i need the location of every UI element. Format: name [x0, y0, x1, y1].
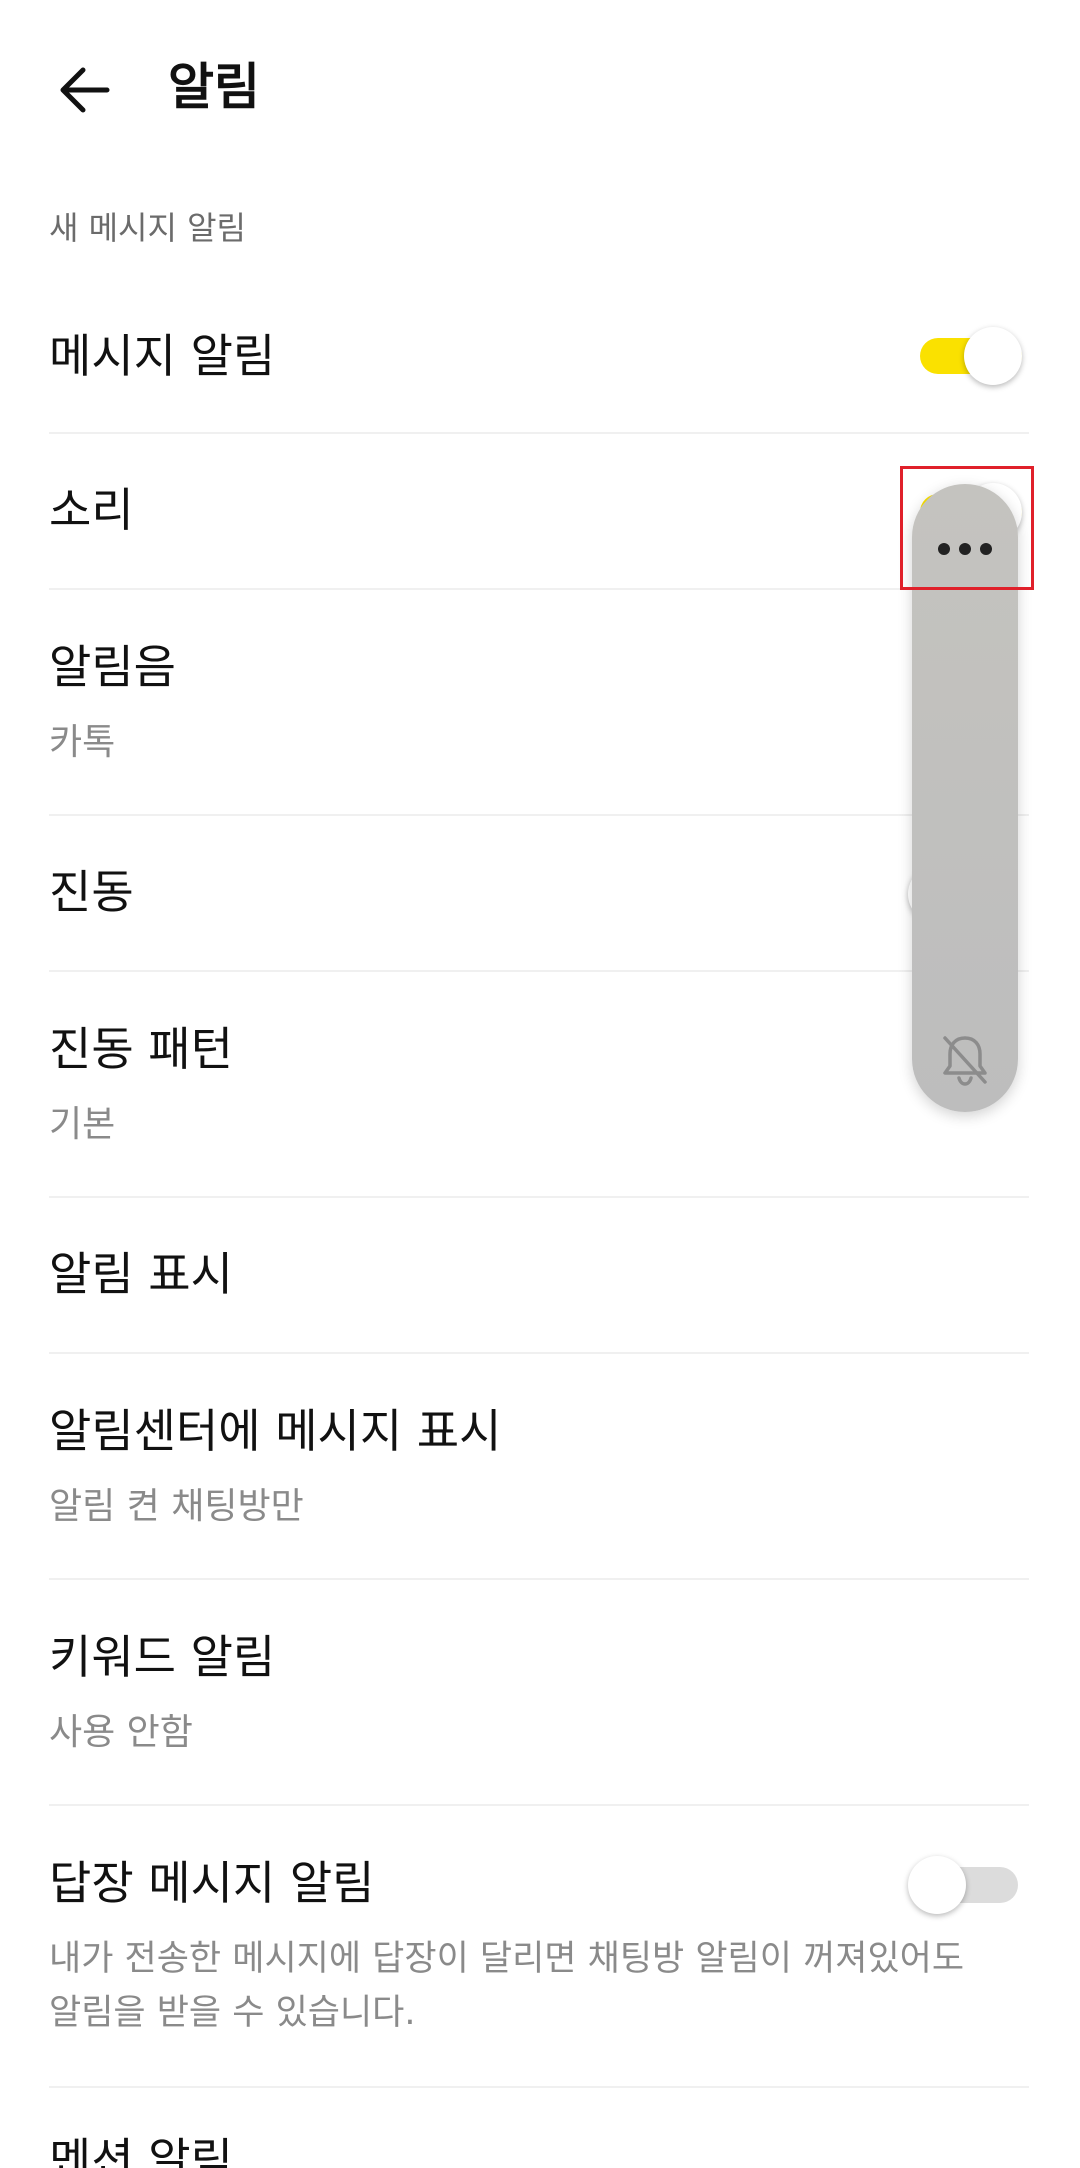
reply-alert-label: 답장 메시지 알림	[49, 1856, 375, 1910]
divider	[49, 1352, 1029, 1354]
divider	[49, 1804, 1029, 1806]
divider	[49, 1196, 1029, 1198]
mention-alert-label: 멘션 알림	[49, 2133, 233, 2168]
vibration-label: 진동	[49, 865, 134, 919]
vibration-pattern-value: 기본	[49, 1104, 116, 1145]
keyword-alert-row[interactable]: 키워드 알림 사용 안함	[49, 1620, 1029, 1760]
message-alert-toggle[interactable]	[912, 327, 1022, 385]
section-header: 새 메시지 알림	[49, 209, 246, 247]
sound-row[interactable]: 소리	[49, 474, 1029, 554]
notification-display-label: 알림 표시	[49, 1247, 233, 1301]
notification-center-label: 알림센터에 메시지 표시	[49, 1404, 502, 1458]
page-title: 알림	[168, 58, 260, 116]
divider	[49, 814, 1029, 816]
toggle-knob	[908, 1856, 966, 1914]
reply-alert-description-line2: 알림을 받을 수 있습니다.	[49, 1993, 416, 2033]
reply-alert-row[interactable]: 답장 메시지 알림 내가 전송한 메시지에 답장이 달리면 채팅방 알림이 꺼져…	[49, 1846, 1029, 2046]
vibration-pattern-label: 진동 패턴	[49, 1022, 233, 1076]
keyword-alert-value: 사용 안함	[49, 1712, 193, 1753]
toggle-knob	[964, 327, 1022, 385]
app-header: 알림	[0, 0, 1080, 170]
divider	[49, 1578, 1029, 1580]
mention-alert-row[interactable]: 멘션 알림	[49, 2124, 1029, 2168]
notification-center-value: 알림 켠 채팅방만	[49, 1486, 304, 1527]
ringtone-label: 알림음	[49, 640, 176, 694]
notification-center-row[interactable]: 알림센터에 메시지 표시 알림 켠 채팅방만	[49, 1394, 1029, 1534]
divider	[49, 432, 1029, 434]
bell-off-icon	[943, 1036, 987, 1086]
divider	[49, 2086, 1029, 2088]
divider	[49, 970, 1029, 972]
back-button[interactable]	[50, 55, 120, 125]
vibration-pattern-row[interactable]: 진동 패턴 기본	[49, 1012, 1029, 1152]
message-alert-label: 메시지 알림	[49, 329, 276, 383]
ringtone-value: 카톡	[49, 722, 116, 763]
vibration-row[interactable]: 진동	[49, 856, 1029, 936]
divider	[49, 588, 1029, 590]
reply-alert-toggle[interactable]	[908, 1856, 1018, 1914]
highlight-box	[900, 466, 1034, 590]
ringtone-row[interactable]: 알림음 카톡	[49, 630, 1029, 770]
mute-notification-button[interactable]	[939, 1032, 991, 1088]
reply-alert-description-line1: 내가 전송한 메시지에 답장이 달리면 채팅방 알림이 꺼져있어도	[49, 1939, 965, 1979]
keyword-alert-label: 키워드 알림	[49, 1630, 276, 1684]
notification-display-row[interactable]: 알림 표시	[49, 1238, 1029, 1318]
arrow-left-icon	[60, 67, 110, 113]
sound-label: 소리	[49, 483, 134, 537]
message-alert-row[interactable]: 메시지 알림	[49, 318, 1029, 398]
